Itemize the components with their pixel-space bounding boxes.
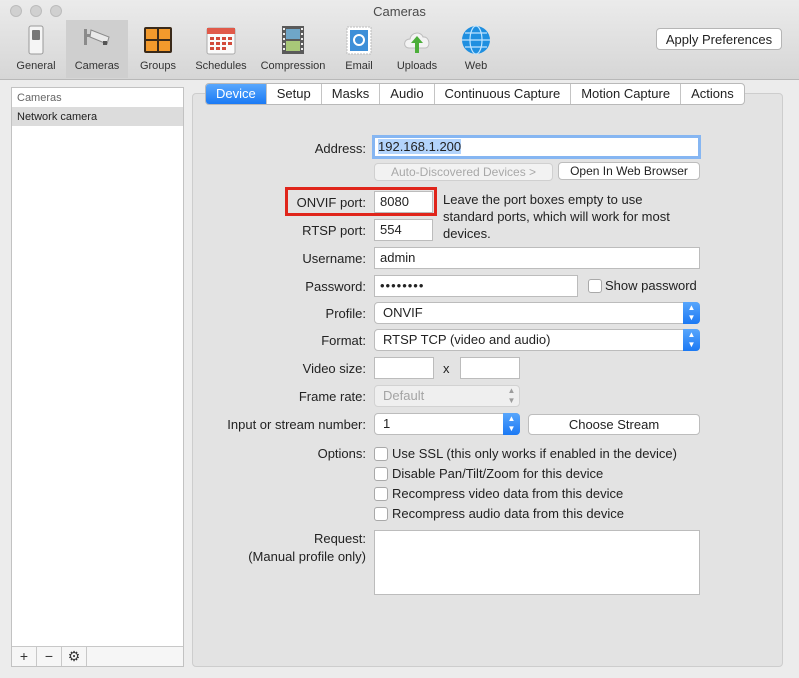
frame-rate-value: Default bbox=[383, 388, 425, 403]
recompress-audio-label: Recompress audio data from this device bbox=[392, 506, 624, 521]
list-item[interactable]: Network camera bbox=[12, 108, 183, 126]
use-ssl-checkbox[interactable] bbox=[374, 447, 388, 461]
switch-icon bbox=[28, 25, 44, 55]
gear-icon[interactable]: ⚙ bbox=[62, 647, 87, 666]
username-label: Username: bbox=[302, 251, 366, 266]
profile-select[interactable]: ONVIF ▲ ▼ bbox=[374, 302, 700, 324]
video-width-field[interactable] bbox=[374, 357, 434, 379]
frame-rate-select[interactable]: Default ▲ ▼ bbox=[374, 385, 520, 407]
tab-device[interactable]: Device bbox=[206, 84, 267, 104]
auto-discovered-devices-button[interactable]: Auto-Discovered Devices > bbox=[374, 163, 553, 181]
request-textarea[interactable] bbox=[374, 530, 700, 595]
chevron-up-down-icon: ▲ ▼ bbox=[683, 329, 700, 351]
input-stream-label: Input or stream number: bbox=[227, 417, 366, 432]
address-field[interactable]: 192.168.1.200 bbox=[372, 135, 701, 159]
toolbar-uploads[interactable]: Uploads bbox=[390, 20, 444, 78]
toolbar-schedules[interactable]: Schedules bbox=[190, 20, 252, 78]
rtsp-port-field[interactable]: 554 bbox=[374, 219, 433, 241]
options-label: Options: bbox=[317, 446, 366, 461]
camera-list-footer: + − ⚙ bbox=[12, 646, 183, 666]
toolbar-web[interactable]: Web bbox=[452, 20, 500, 78]
format-value: RTSP TCP (video and audio) bbox=[383, 332, 551, 347]
tab-masks[interactable]: Masks bbox=[322, 84, 381, 104]
toolbar-email[interactable]: Email bbox=[334, 20, 384, 78]
toolbar-general[interactable]: General bbox=[8, 20, 64, 78]
toolbar-cameras[interactable]: Cameras bbox=[66, 20, 128, 78]
port-hint-text: Leave the port boxes empty to use standa… bbox=[443, 192, 670, 241]
request-sublabel: (Manual profile only) bbox=[248, 549, 366, 564]
window-title: Cameras bbox=[373, 4, 426, 19]
security-camera-icon bbox=[84, 29, 110, 45]
recompress-video-label: Recompress video data from this device bbox=[392, 486, 624, 501]
use-ssl-label: Use SSL (this only works if enabled in t… bbox=[392, 446, 677, 461]
onvif-port-label: ONVIF port: bbox=[296, 195, 366, 210]
cloud-upload-icon bbox=[404, 32, 430, 53]
video-height-field[interactable] bbox=[460, 357, 520, 379]
tab-actions[interactable]: Actions bbox=[681, 84, 744, 104]
apply-preferences-button[interactable]: Apply Preferences bbox=[656, 28, 782, 50]
recompress-video-checkbox[interactable] bbox=[374, 487, 388, 501]
choose-stream-button[interactable]: Choose Stream bbox=[528, 414, 700, 435]
chevron-up-down-icon: ▲ ▼ bbox=[683, 302, 700, 324]
tab-bar: Device Setup Masks Audio Continuous Capt… bbox=[205, 83, 745, 105]
disable-ptz-label: Disable Pan/Tilt/Zoom for this device bbox=[392, 466, 604, 481]
grid-icon bbox=[144, 27, 172, 53]
camera-list-header: Cameras bbox=[12, 88, 183, 108]
open-in-web-browser-button[interactable]: Open In Web Browser bbox=[558, 162, 700, 180]
remove-camera-button[interactable]: − bbox=[37, 647, 62, 666]
format-label: Format: bbox=[321, 333, 366, 348]
password-field[interactable]: •••••••• bbox=[374, 275, 578, 297]
toolbar-groups[interactable]: Groups bbox=[132, 20, 184, 78]
format-select[interactable]: RTSP TCP (video and audio) ▲ ▼ bbox=[374, 329, 700, 351]
profile-value: ONVIF bbox=[383, 305, 423, 320]
title-bar: Cameras General Cameras Groups Schedules… bbox=[0, 0, 799, 80]
address-label: Address: bbox=[314, 141, 366, 156]
tab-audio[interactable]: Audio bbox=[380, 84, 435, 104]
chevron-up-down-icon: ▲ ▼ bbox=[503, 413, 520, 435]
onvif-port-field[interactable]: 8080 bbox=[374, 191, 433, 213]
video-size-separator: x bbox=[443, 361, 450, 376]
input-stream-value: 1 bbox=[383, 416, 391, 431]
rtsp-port-label: RTSP port: bbox=[302, 223, 366, 238]
add-camera-button[interactable]: + bbox=[12, 647, 37, 666]
input-stream-select[interactable]: 1 ▲ ▼ bbox=[374, 413, 520, 435]
film-icon bbox=[282, 26, 304, 54]
show-password-checkbox[interactable] bbox=[588, 279, 602, 293]
password-label: Password: bbox=[305, 279, 366, 294]
chevron-up-down-icon: ▲ ▼ bbox=[507, 386, 516, 405]
calendar-icon bbox=[206, 27, 236, 55]
camera-list: Cameras Network camera + − ⚙ bbox=[11, 87, 184, 667]
recompress-audio-checkbox[interactable] bbox=[374, 507, 388, 521]
address-value: 192.168.1.200 bbox=[378, 139, 462, 154]
tab-motion-capture[interactable]: Motion Capture bbox=[571, 84, 682, 104]
tab-continuous-capture[interactable]: Continuous Capture bbox=[435, 84, 572, 104]
globe-icon bbox=[462, 25, 490, 55]
request-label: Request: bbox=[313, 531, 366, 546]
stamp-icon bbox=[346, 26, 372, 55]
video-size-label: Video size: bbox=[302, 361, 366, 376]
frame-rate-label: Frame rate: bbox=[298, 389, 366, 404]
show-password-label: Show password bbox=[605, 278, 697, 293]
toolbar-compression[interactable]: Compression bbox=[256, 20, 330, 78]
profile-label: Profile: bbox=[325, 306, 366, 321]
tab-setup[interactable]: Setup bbox=[267, 84, 322, 104]
disable-ptz-checkbox[interactable] bbox=[374, 467, 388, 481]
username-field[interactable]: admin bbox=[374, 247, 700, 269]
